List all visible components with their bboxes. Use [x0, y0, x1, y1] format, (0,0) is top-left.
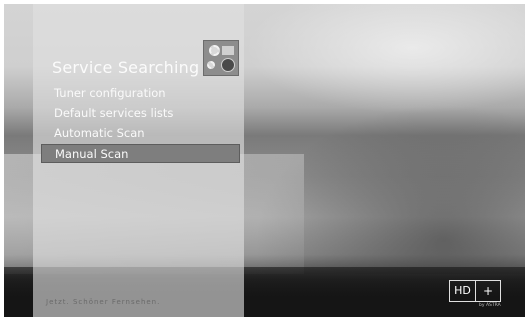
gear-icon [209, 45, 220, 56]
menu-item-default-services-lists[interactable]: Default services lists [41, 104, 240, 123]
footer-ticker: Jetzt. Schöner Fernsehen. [46, 298, 161, 306]
hd-plus-logo: HD + [449, 280, 501, 302]
menu-title: Service Searching [52, 58, 200, 77]
menu-item-automatic-scan[interactable]: Automatic Scan [41, 124, 240, 143]
tv-screen: Service Searching Tuner configuration De… [4, 4, 525, 317]
background-sky [244, 4, 525, 114]
circle-icon [221, 58, 235, 72]
square-icon [222, 46, 234, 55]
menu-item-tuner-configuration[interactable]: Tuner configuration [41, 84, 240, 103]
gear-small-icon [207, 61, 215, 69]
settings-icon [203, 40, 239, 76]
hd-logo-subtitle: by ASTRA [479, 303, 501, 308]
menu-item-manual-scan[interactable]: Manual Scan [41, 144, 240, 163]
plus-logo-text: + [482, 284, 494, 298]
hd-logo-text: HD [450, 281, 476, 301]
